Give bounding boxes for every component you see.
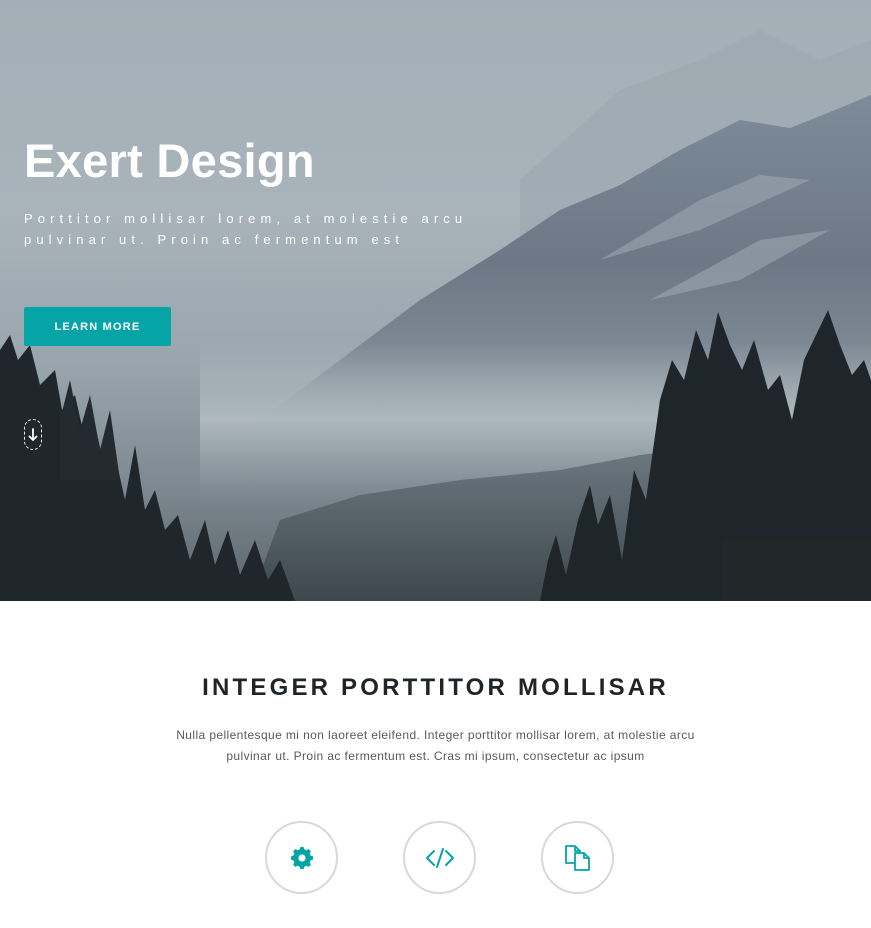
hero-title: Exert Design <box>24 134 315 187</box>
arrow-down-icon <box>28 427 38 441</box>
features-section: INTEGER PORTTITOR MOLLISAR Nulla pellent… <box>0 601 871 928</box>
hero-section: Exert Design Porttitor mollisar lorem, a… <box>0 0 871 601</box>
learn-more-button[interactable]: LEARN MORE <box>24 307 171 346</box>
feature-settings-button[interactable] <box>265 821 338 894</box>
hero-content: Exert Design Porttitor mollisar lorem, a… <box>24 132 494 250</box>
feature-code-button[interactable] <box>403 821 476 894</box>
feature-copy-button[interactable] <box>541 821 614 894</box>
mountain-forest-background <box>0 30 871 601</box>
section-description: Nulla pellentesque mi non laoreet eleife… <box>176 728 695 763</box>
gear-icon <box>290 846 313 869</box>
hero-subtitle: Porttitor mollisar lorem, at molestie ar… <box>24 211 468 247</box>
section-title: INTEGER PORTTITOR MOLLISAR <box>202 674 669 701</box>
scroll-down-button[interactable] <box>24 419 42 450</box>
code-icon <box>425 847 454 868</box>
copy-files-icon <box>564 844 590 871</box>
